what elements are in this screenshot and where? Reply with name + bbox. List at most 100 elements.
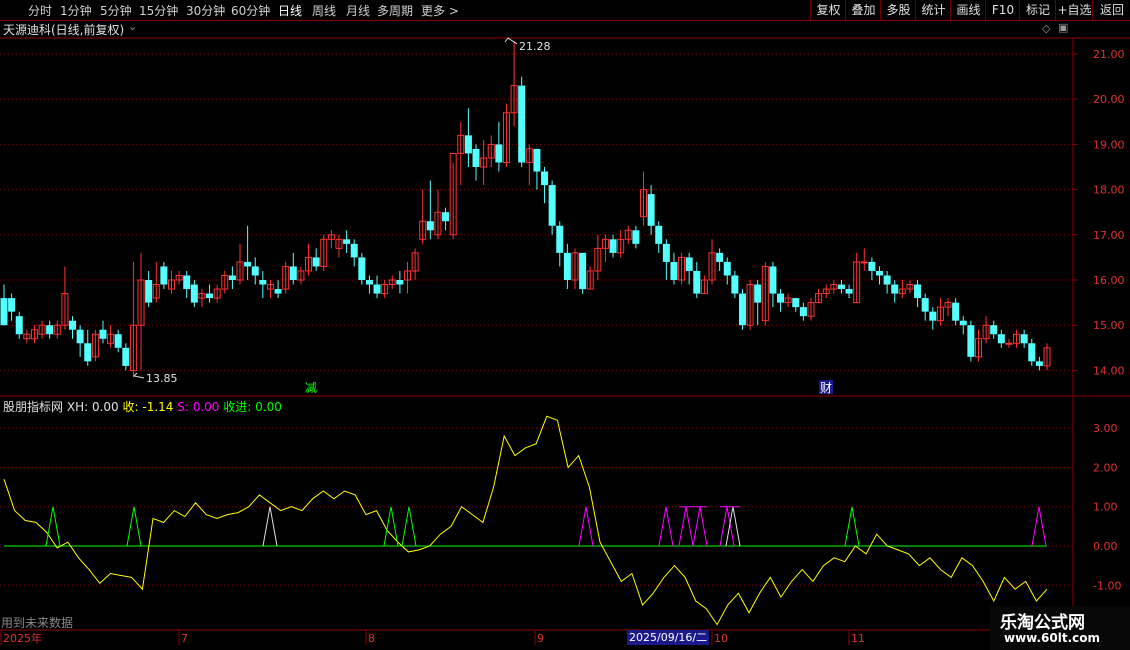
candle-body	[8, 298, 16, 312]
candle-body	[647, 194, 655, 226]
signal-spike	[45, 506, 61, 547]
candle-body	[731, 275, 739, 294]
candle-body	[274, 289, 282, 294]
candle-body	[845, 289, 853, 294]
candle-body	[114, 334, 122, 348]
date-axis-label: 11	[851, 632, 865, 645]
indicator-close: 收: -1.14	[122, 400, 174, 414]
candle-body	[929, 311, 937, 321]
indicator-axis-label: -1.00	[1093, 579, 1121, 592]
candle-body	[693, 270, 701, 294]
candle-body	[563, 252, 571, 280]
indicator-close-line	[3, 415, 1048, 626]
future-data-note: 用到未来数据	[1, 616, 74, 630]
indicator-name: 股朋指标网	[3, 400, 64, 414]
candle-body	[122, 347, 130, 366]
indicator-enter: 收进: 0.00	[223, 400, 282, 414]
signal-spike	[262, 506, 278, 547]
candle-body	[868, 261, 876, 271]
candle-body	[518, 85, 526, 163]
candle-body	[738, 293, 746, 326]
candle-body	[556, 225, 564, 253]
candle-body	[160, 266, 168, 285]
candle-body	[426, 221, 434, 231]
signal-spike	[844, 506, 860, 547]
indicator-axis-label: 0.00	[1093, 540, 1118, 553]
candle-body	[997, 334, 1005, 344]
candle-body	[84, 343, 92, 362]
candle-body	[472, 148, 480, 167]
price-axis-label: 17.00	[1093, 229, 1125, 242]
candle-body	[837, 284, 845, 290]
price-axis-label: 15.00	[1093, 319, 1125, 332]
candle-body	[289, 266, 297, 280]
candle-body	[99, 329, 107, 339]
signal-spike	[658, 506, 674, 547]
event-marker: 减	[305, 381, 317, 395]
watermark-title: 乐淘公式网	[1000, 613, 1085, 633]
candle-body	[792, 298, 800, 308]
indicator-axis-label: 1.00	[1093, 501, 1118, 514]
candle-body	[632, 230, 640, 244]
candle-body	[655, 225, 663, 244]
candle-body	[662, 243, 670, 262]
candle-body	[228, 275, 236, 280]
date-axis-label: 2025年	[3, 631, 42, 645]
candle-body	[259, 280, 267, 285]
candle-body	[312, 257, 320, 267]
price-axis-label: 21.00	[1093, 48, 1125, 61]
candle-body	[952, 302, 960, 321]
low-arrow	[132, 372, 145, 379]
candle-body	[959, 320, 967, 326]
candle-body	[716, 252, 724, 262]
cursor-date-label: 2025/09/16/二	[627, 630, 710, 645]
candle-body	[15, 316, 23, 335]
candle-body	[495, 144, 503, 163]
candle-body	[548, 185, 556, 226]
candle-body	[464, 135, 472, 154]
candle-body	[1028, 343, 1036, 362]
event-marker: 财	[820, 381, 832, 395]
signal-spike	[401, 506, 417, 547]
candle-body	[251, 266, 259, 276]
candle-body	[876, 270, 884, 276]
candle-body	[914, 284, 922, 299]
candle-body	[0, 298, 8, 326]
candle-body	[183, 275, 191, 290]
candle-body	[723, 261, 731, 276]
candle-body	[609, 239, 617, 253]
candle-body	[145, 280, 153, 303]
indicator-axis-label: 2.00	[1093, 461, 1118, 474]
indicator-legend: 股朋指标网 XH: 0.00 收: -1.14 S: 0.00 收进: 0.00	[3, 398, 282, 415]
price-axis-label: 18.00	[1093, 184, 1125, 197]
candle-body	[777, 293, 785, 303]
signal-spike	[126, 506, 142, 547]
candle-body	[350, 243, 358, 258]
candle-body	[373, 284, 381, 294]
candle-body	[860, 261, 868, 264]
candle-body	[396, 280, 404, 285]
candlestick-chart[interactable]: 21.00 20.00 19.00 18.00 17.00 16.00 15.00 14.00…	[0, 0, 1130, 650]
candle-body	[1020, 334, 1028, 344]
candle-body	[358, 257, 366, 280]
candle-body	[206, 293, 214, 299]
watermark-url: www.60lt.com	[1004, 631, 1101, 645]
signal-spike	[578, 506, 594, 547]
candle-body	[754, 284, 762, 303]
candle-body	[76, 329, 84, 344]
indicator-s: S: 0.00	[177, 400, 220, 414]
candle-body	[990, 325, 998, 335]
date-axis-label: 10	[714, 632, 728, 645]
candle-body	[883, 275, 891, 285]
low-price-label: 13.85	[146, 372, 178, 385]
date-axis-label: 7	[181, 632, 188, 645]
candle-body	[343, 239, 351, 244]
candle-body	[46, 325, 54, 335]
price-axis-label: 20.00	[1093, 93, 1125, 106]
candle-body	[891, 284, 899, 294]
indicator-axis-label: 3.00	[1093, 422, 1118, 435]
candle-body	[244, 261, 252, 267]
price-axis-label: 14.00	[1093, 364, 1125, 377]
high-price-label: 21.28	[519, 40, 551, 53]
candle-body	[685, 257, 693, 271]
